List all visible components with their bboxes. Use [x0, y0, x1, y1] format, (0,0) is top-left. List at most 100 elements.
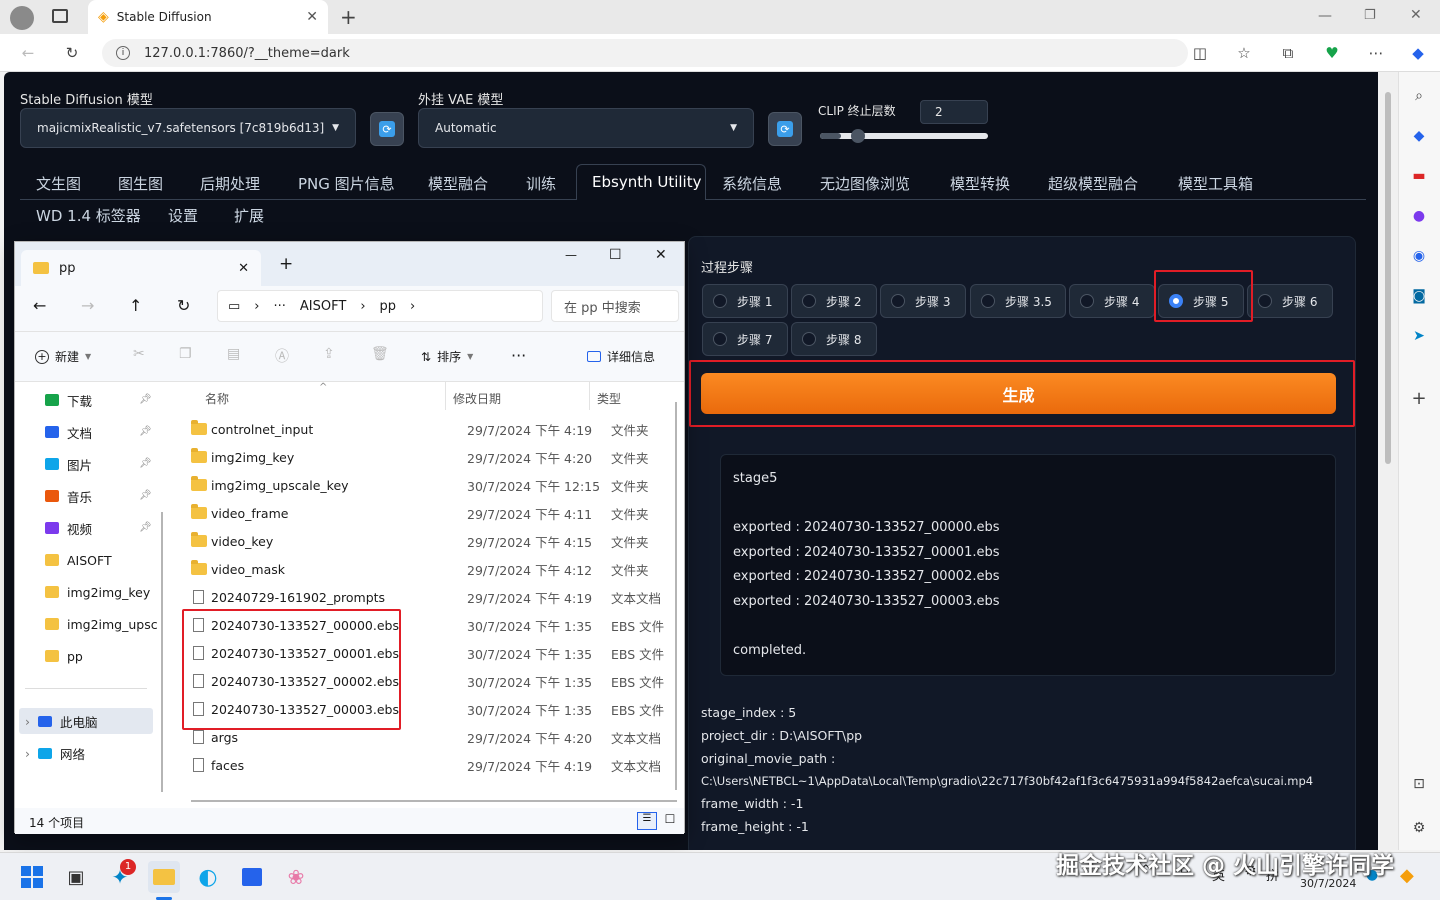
- file-icon: [193, 758, 204, 772]
- split-screen-icon[interactable]: ◫: [1190, 43, 1210, 63]
- url-bar[interactable]: i 127.0.0.1:7860/?__theme=dark: [102, 39, 1188, 67]
- send-icon[interactable]: ➤: [1409, 326, 1429, 346]
- edge-taskbar-icon[interactable]: ◐: [192, 861, 224, 893]
- tab-extensions[interactable]: 扩展: [234, 205, 264, 226]
- extensions-icon[interactable]: ♥: [1322, 43, 1342, 63]
- file-date: 29/7/2024 下午 4:19: [467, 758, 593, 774]
- file-row[interactable]: video_mask 29/7/2024 下午 4:12 文件夹: [191, 556, 681, 582]
- file-row[interactable]: img2img_upscale_key 30/7/2024 下午 12:15 文件夹: [191, 472, 681, 498]
- model-refresh-button[interactable]: ⟳: [370, 112, 404, 146]
- games-icon[interactable]: ●: [1409, 206, 1429, 226]
- profile-avatar[interactable]: [10, 6, 34, 30]
- file-row[interactable]: controlnet_input 29/7/2024 下午 4:19 文件夹: [191, 416, 681, 442]
- restore-icon[interactable]: ❐: [1364, 8, 1376, 23]
- file-date: 29/7/2024 下午 4:20: [467, 450, 593, 466]
- tab-img2img[interactable]: 图生图: [118, 173, 163, 194]
- file-explorer-taskbar-icon[interactable]: [148, 861, 180, 893]
- collections-icon[interactable]: ⧉: [1278, 43, 1298, 63]
- task-view-icon[interactable]: ▣: [60, 861, 92, 893]
- settings-gear-icon[interactable]: ⚙: [1409, 818, 1429, 838]
- clip-slider-track[interactable]: [820, 129, 988, 143]
- favorites-icon[interactable]: ☆: [1234, 43, 1254, 63]
- search-icon[interactable]: ⌕: [1409, 86, 1429, 106]
- info-icon[interactable]: i: [116, 46, 130, 60]
- tab-model-convert[interactable]: 模型转换: [950, 173, 1010, 194]
- tab-ebsynth-utility[interactable]: Ebsynth Utility: [592, 173, 701, 191]
- file-type: EBS 文件: [611, 618, 665, 634]
- more-menu-icon[interactable]: ⋯: [1366, 43, 1386, 63]
- info-line: stage_index : 5: [701, 705, 797, 720]
- tab-extras[interactable]: 后期处理: [200, 173, 260, 194]
- tab-favicon-icon: ◈: [98, 9, 109, 25]
- tab-system-info[interactable]: 系统信息: [722, 173, 782, 194]
- clip-slider-thumb[interactable]: [851, 129, 865, 143]
- tab-super-merger[interactable]: 超级模型融合: [1048, 173, 1138, 194]
- folder-icon: [191, 420, 207, 435]
- log-line: exported : 20240730-133527_00001.ebs: [733, 544, 1000, 560]
- step-6-radio[interactable]: 步骤 6: [1247, 284, 1333, 318]
- close-window-icon[interactable]: ✕: [1410, 7, 1422, 23]
- steps-label: 过程步骤: [701, 261, 754, 276]
- h-scrollbar[interactable]: [191, 800, 677, 802]
- radio-circle: [802, 294, 816, 308]
- outlook-icon[interactable]: ◙: [1409, 286, 1429, 306]
- step-label: 步骤 7: [737, 332, 773, 347]
- radio-circle: [713, 294, 727, 308]
- tab-actions-icon[interactable]: [52, 9, 68, 23]
- highlight-box: [182, 609, 401, 730]
- step-7-radio[interactable]: 步骤 7: [702, 322, 788, 356]
- list-scrollbar[interactable]: [675, 402, 677, 790]
- office-icon[interactable]: ◉: [1409, 246, 1429, 266]
- tab-close-icon[interactable]: ✕: [306, 9, 318, 25]
- file-name: video_frame: [211, 505, 289, 521]
- tab-model-toolkit[interactable]: 模型工具箱: [1178, 173, 1253, 194]
- store-taskbar-icon[interactable]: [236, 861, 268, 893]
- tab-checkpoint-merger[interactable]: 模型融合: [428, 173, 488, 194]
- tab-image-browser[interactable]: 无边图像浏览: [820, 173, 910, 194]
- tools-icon[interactable]: ▬: [1409, 166, 1429, 186]
- file-row[interactable]: faces 29/7/2024 下午 4:19 文本文档: [191, 752, 681, 778]
- file-row[interactable]: video_frame 29/7/2024 下午 4:11 文件夹: [191, 500, 681, 526]
- browser-tab[interactable]: ◈ Stable Diffusion ✕: [88, 0, 328, 34]
- step-1-radio[interactable]: 步骤 1: [702, 284, 788, 318]
- minimize-icon[interactable]: —: [1318, 8, 1332, 24]
- step-3-5-radio[interactable]: 步骤 3.5: [970, 284, 1066, 318]
- step-8-radio[interactable]: 步骤 8: [791, 322, 877, 356]
- tab-txt2img[interactable]: 文生图: [36, 173, 81, 194]
- shopping-icon[interactable]: ◆: [1409, 126, 1429, 146]
- log-output: stage5 exported : 20240730-133527_00000.…: [720, 454, 1336, 676]
- scrollbar-thumb[interactable]: [1385, 92, 1391, 464]
- details-view-icon[interactable]: ☰: [637, 812, 657, 830]
- tab-wd14-tagger[interactable]: WD 1.4 标签器: [36, 205, 141, 226]
- step-3-radio[interactable]: 步骤 3: [880, 284, 966, 318]
- file-row[interactable]: video_key 29/7/2024 下午 4:15 文件夹: [191, 528, 681, 554]
- tab-png-info[interactable]: PNG 图片信息: [298, 173, 395, 194]
- copilot-icon[interactable]: ◆: [1408, 43, 1428, 63]
- start-icon[interactable]: [16, 861, 48, 893]
- clip-label: CLIP 终止层数: [818, 104, 896, 118]
- vae-dropdown[interactable]: Automatic ▼: [418, 108, 754, 148]
- tab-train[interactable]: 训练: [526, 173, 556, 194]
- file-date: 29/7/2024 下午 4:19: [467, 590, 593, 606]
- tab-settings[interactable]: 设置: [168, 205, 198, 226]
- back-icon[interactable]: ←: [18, 43, 38, 63]
- file-row[interactable]: 20240729-161902_prompts 29/7/2024 下午 4:19…: [191, 584, 681, 610]
- log-line: completed.: [733, 642, 807, 658]
- vae-refresh-button[interactable]: ⟳: [768, 112, 802, 146]
- file-row[interactable]: img2img_key 29/7/2024 下午 4:20 文件夹: [191, 444, 681, 470]
- screenshot-icon[interactable]: ⊡: [1409, 774, 1429, 794]
- model-dropdown[interactable]: majicmixRealistic_v7.safetensors [7c819b…: [20, 108, 356, 148]
- log-line: stage5: [733, 471, 778, 486]
- step-4-radio[interactable]: 步骤 4: [1069, 284, 1155, 318]
- step-2-radio[interactable]: 步骤 2: [791, 284, 877, 318]
- new-tab-icon[interactable]: +: [340, 5, 357, 29]
- reload-icon[interactable]: ↻: [62, 43, 82, 63]
- tiles-view-icon[interactable]: ☐: [661, 812, 679, 830]
- clip-number-input[interactable]: 2: [920, 100, 988, 124]
- app-taskbar-icon[interactable]: ❀: [280, 861, 312, 893]
- page-scrollbar[interactable]: [1380, 72, 1398, 850]
- add-sidebar-icon[interactable]: +: [1409, 388, 1429, 409]
- log-line: exported : 20240730-133527_00003.ebs: [733, 593, 1000, 609]
- copilot-pre-icon[interactable]: ◆: [1400, 865, 1414, 886]
